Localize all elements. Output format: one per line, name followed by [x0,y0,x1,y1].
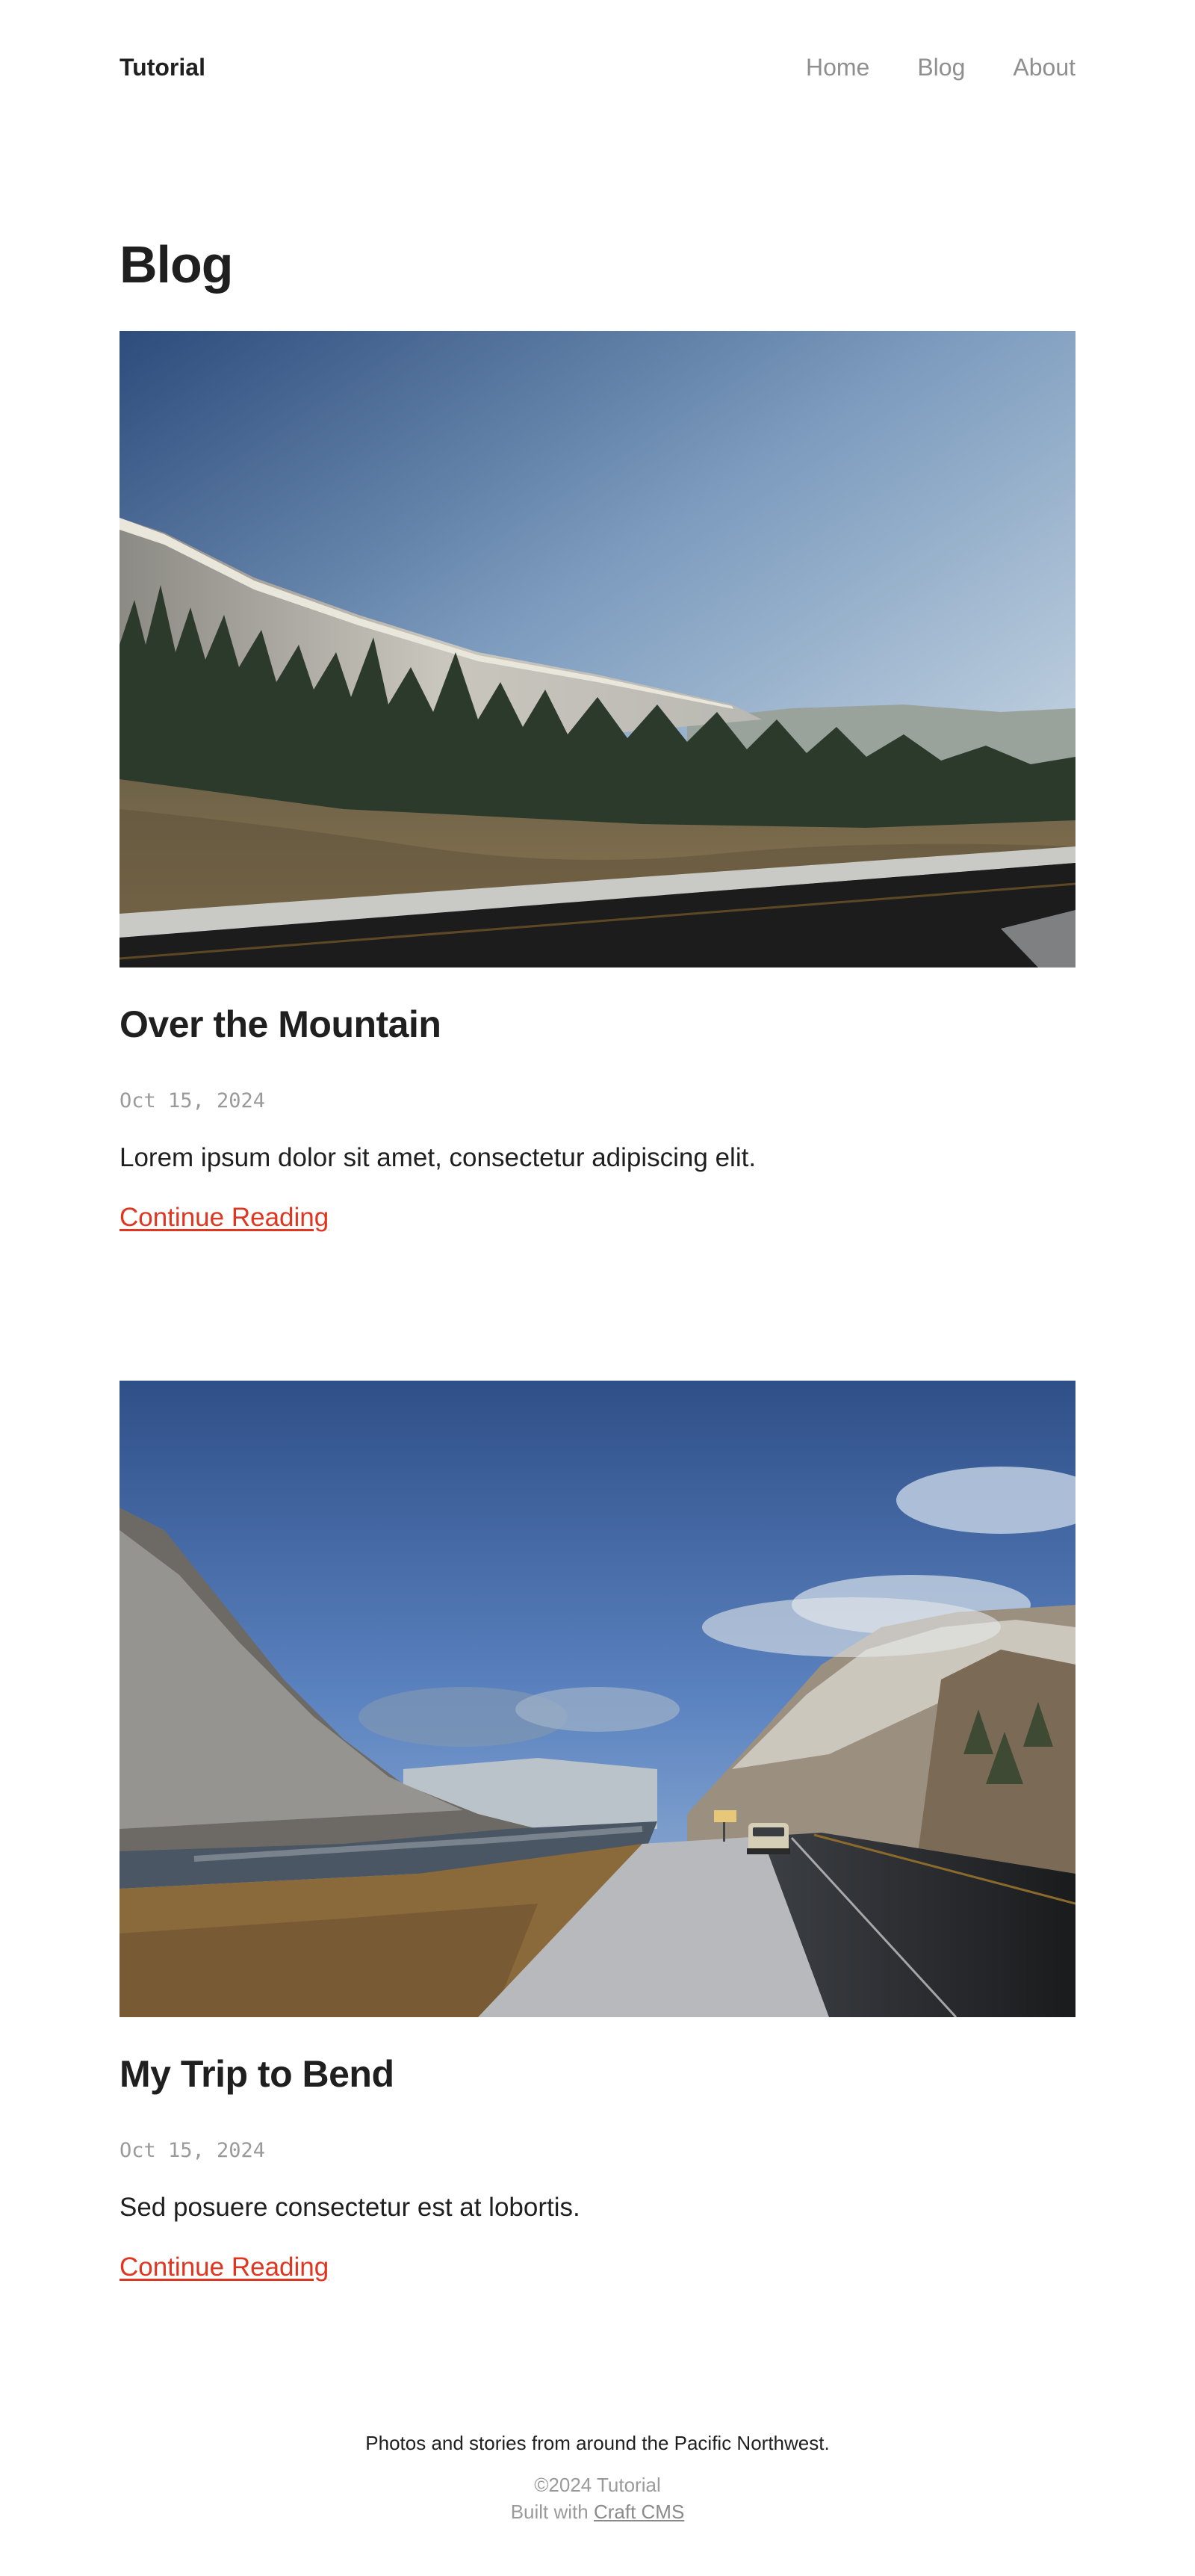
post-image-river-valley[interactable] [120,1381,1076,2017]
craft-cms-link[interactable]: Craft CMS [594,2501,684,2523]
post-image-mountain-road[interactable] [120,331,1076,967]
continue-reading-link[interactable]: Continue Reading [120,1201,329,1235]
post-excerpt: Sed posuere consectetur est at lobortis. [120,2193,580,2222]
post-excerpt: Lorem ipsum dolor sit amet, consectetur … [120,1143,757,1172]
post-title: My Trip to Bend [120,2050,394,2098]
footer-built-with: Built with Craft CMS [0,2498,1195,2525]
nav-item-about[interactable]: About [1013,54,1076,81]
post-date: Oct 15, 2024 [120,1089,266,1112]
post-date: Oct 15, 2024 [120,2139,266,2162]
mountain-road-photo [120,331,1076,967]
footer-tagline: Photos and stories from around the Pacif… [365,2432,830,2454]
site-footer: Photos and stories from around the Pacif… [0,2428,1195,2525]
built-with-label: Built with [510,2501,594,2523]
main-nav: Home Blog About [806,54,1076,81]
post-title-link[interactable]: Over the Mountain [120,1003,441,1045]
nav-item-home[interactable]: Home [806,54,869,81]
site-logo[interactable]: Tutorial [120,54,205,81]
continue-reading-link[interactable]: Continue Reading [120,2250,329,2285]
blog-post-card: Over the Mountain Oct 15, 2024 Lorem ips… [120,331,1076,1232]
page-title: Blog [120,235,234,294]
nav-item-blog[interactable]: Blog [917,54,965,81]
footer-meta: ©2024 Tutorial Built with Craft CMS [0,2471,1195,2525]
blog-post-card: My Trip to Bend Oct 15, 2024 Sed posuere… [120,1381,1076,2282]
river-valley-van-photo [120,1381,1076,2017]
post-title: Over the Mountain [120,1000,441,1048]
site-header: Tutorial Home Blog About [120,46,1076,88]
post-title-link[interactable]: My Trip to Bend [120,2053,394,2095]
footer-copyright: ©2024 Tutorial [534,2474,661,2496]
